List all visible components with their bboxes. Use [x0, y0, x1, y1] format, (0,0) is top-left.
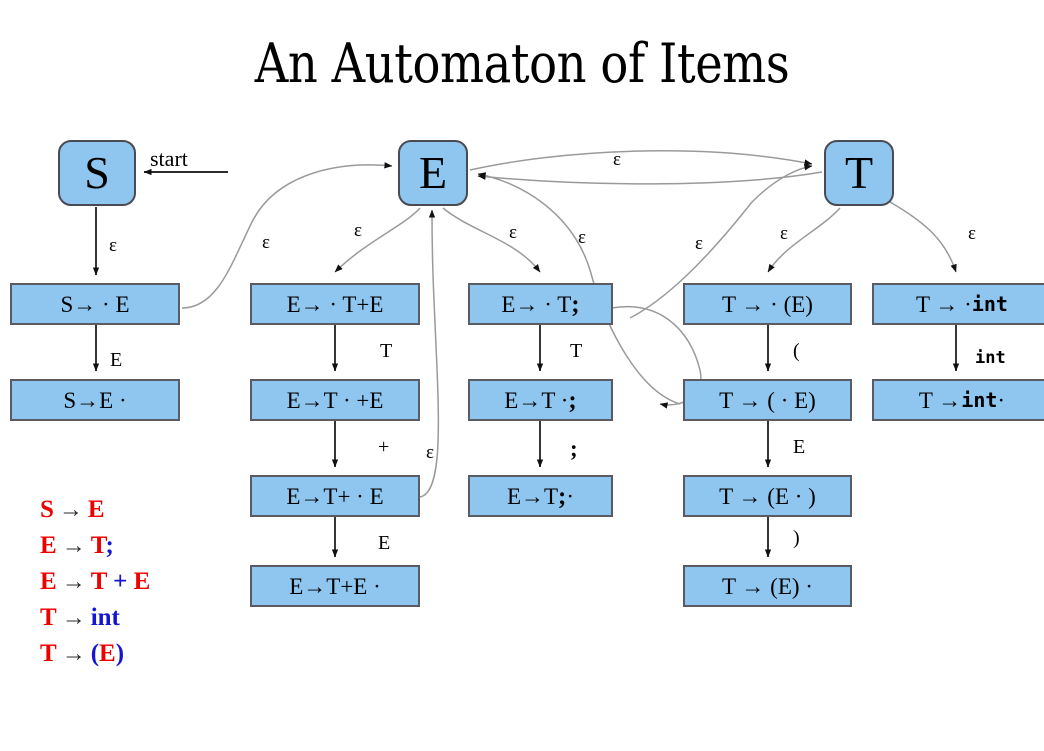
- item-text: E→ · T: [501, 291, 572, 317]
- grammar-rule: T → int: [40, 600, 150, 636]
- rule-rhs-symbol: (: [90, 640, 100, 667]
- edge-eps-T-to-col5: [889, 201, 957, 273]
- state-node-T-label: T: [844, 147, 874, 198]
- rule-rhs-symbol: T: [90, 532, 106, 559]
- item-text-post: ·: [997, 387, 1006, 413]
- item-box-T-parenE-dot-close[interactable]: T → (E · ): [683, 475, 852, 517]
- grammar-rule: E → T;: [40, 528, 150, 564]
- automaton-edges: [92, 150, 960, 558]
- rule-rhs-symbol: E: [133, 568, 151, 595]
- edge-eps-E-to-col3: [442, 207, 541, 273]
- item-text: T → ( · E): [719, 387, 816, 413]
- rule-rhs-symbol: E: [87, 496, 105, 523]
- slide-canvas: An Automaton of Items S E T start S→ · E…: [0, 0, 1044, 751]
- state-node-S-label: S: [84, 147, 110, 198]
- item-box-S-E-dot[interactable]: S→E ·: [10, 379, 180, 421]
- item-box-T-dot-parenE[interactable]: T → · (E): [683, 283, 852, 325]
- item-text: S→E ·: [63, 387, 127, 413]
- rule-lhs: E: [40, 568, 57, 595]
- grammar-rule: E → T + E: [40, 564, 150, 600]
- epsilon-label: ε: [262, 232, 270, 253]
- state-node-S[interactable]: S: [58, 140, 136, 206]
- item-box-E-T-dot-semi[interactable]: E→T · ;: [468, 379, 613, 421]
- terminal-semicolon: ;: [568, 386, 577, 414]
- rule-lhs: T: [40, 604, 57, 631]
- state-node-E[interactable]: E: [398, 140, 468, 206]
- item-box-T-dot-int[interactable]: T → · int: [872, 283, 1044, 325]
- edge-label-col3-T: T: [570, 340, 583, 362]
- item-box-E-dot-TplusE[interactable]: E→ · T+E: [250, 283, 420, 325]
- item-text: E→T ·: [504, 387, 569, 413]
- terminal-int: int: [961, 388, 998, 412]
- state-node-E-label: E: [418, 147, 448, 198]
- rule-rhs-symbol: ;: [105, 532, 114, 559]
- terminal-semicolon: ;: [571, 290, 580, 318]
- terminal-semicolon: ;: [558, 482, 567, 510]
- item-text: S→ · E: [60, 291, 130, 317]
- epsilon-label: ε: [578, 227, 586, 248]
- rule-rhs-symbol: T: [90, 568, 107, 595]
- edge-label-col2-E: E: [378, 532, 391, 554]
- rule-rhs-symbol: int: [90, 604, 120, 631]
- rule-arrow: →: [61, 605, 86, 631]
- item-text: E→T · +E: [286, 387, 384, 413]
- rule-arrow: →: [61, 533, 86, 559]
- grammar-rule: T → (E): [40, 636, 150, 672]
- rule-rhs-symbol: E: [99, 640, 116, 667]
- grammar-rule: S → E: [40, 492, 150, 528]
- epsilon-label: ε: [426, 442, 434, 463]
- grammar-rules: S → E E → T; E → T + E T → int T → (E): [40, 492, 150, 672]
- edge-label-col2-T: T: [380, 340, 393, 362]
- epsilon-label: ε: [354, 220, 362, 241]
- terminal-int: int: [971, 292, 1008, 316]
- item-box-T-paren-dot-E[interactable]: T → ( · E): [683, 379, 852, 421]
- epsilon-label: ε: [109, 235, 117, 256]
- epsilon-label: ε: [780, 223, 788, 244]
- rule-lhs: E: [40, 532, 57, 559]
- item-box-T-parenE-close-dot[interactable]: T → (E) ·: [683, 565, 852, 607]
- rule-lhs: S: [40, 496, 54, 523]
- item-text: T →: [918, 387, 962, 413]
- state-node-T[interactable]: T: [824, 140, 894, 206]
- rule-arrow: →: [61, 641, 86, 667]
- item-text: E→ · T+E: [286, 291, 384, 317]
- item-text: T → (E) ·: [722, 573, 813, 599]
- edge-eps-T-to-col4: [767, 207, 841, 273]
- epsilon-label: ε: [509, 222, 517, 243]
- rule-rhs-symbol: ): [115, 640, 125, 667]
- item-box-E-Tsemi-dot[interactable]: E→T ; ·: [468, 475, 613, 517]
- edge-label-col2-plus: +: [378, 436, 390, 458]
- item-box-T-int-dot[interactable]: T → int ·: [872, 379, 1044, 421]
- item-text: T → ·: [916, 291, 972, 317]
- item-text: T → (E · ): [719, 483, 816, 509]
- rule-arrow: →: [61, 569, 86, 595]
- item-text-post: ·: [566, 483, 575, 509]
- edge-label-col4-rparen: ): [793, 527, 800, 549]
- edge-label-col4-lparen: (: [793, 340, 800, 362]
- item-text: E→T: [506, 483, 559, 509]
- start-label: start: [150, 146, 188, 171]
- edge-label-col3-semi: ;: [570, 436, 578, 461]
- epsilon-label: ε: [613, 149, 621, 170]
- epsilon-label: ε: [968, 223, 976, 244]
- item-box-S-dot-E[interactable]: S→ · E: [10, 283, 180, 325]
- edge-eps-E-to-col2: [334, 207, 421, 273]
- item-box-E-dot-Tsemi[interactable]: E→ · T ;: [468, 283, 613, 325]
- rule-arrow: →: [58, 497, 83, 523]
- rule-rhs-symbol: +: [106, 568, 134, 595]
- edge-eps-E-to-T: [469, 150, 813, 171]
- item-text: T → · (E): [722, 291, 813, 317]
- epsilon-label: ε: [695, 233, 703, 254]
- edge-label-col1-E: E: [110, 349, 123, 371]
- item-text: E→T+ · E: [286, 483, 384, 509]
- page-title: An Automaton of Items: [254, 32, 790, 95]
- item-box-E-Tplus-dot-E[interactable]: E→T+ · E: [250, 475, 420, 517]
- edge-label-col4-E: E: [793, 436, 806, 458]
- item-box-E-T-dot-plusE[interactable]: E→T · +E: [250, 379, 420, 421]
- edge-label-col5-int: int: [975, 348, 1006, 368]
- edge-eps-T-to-E: [477, 171, 823, 185]
- item-text: E→T+E ·: [289, 573, 381, 599]
- item-box-E-TplusE-dot[interactable]: E→T+E ·: [250, 565, 420, 607]
- rule-lhs: T: [40, 640, 57, 667]
